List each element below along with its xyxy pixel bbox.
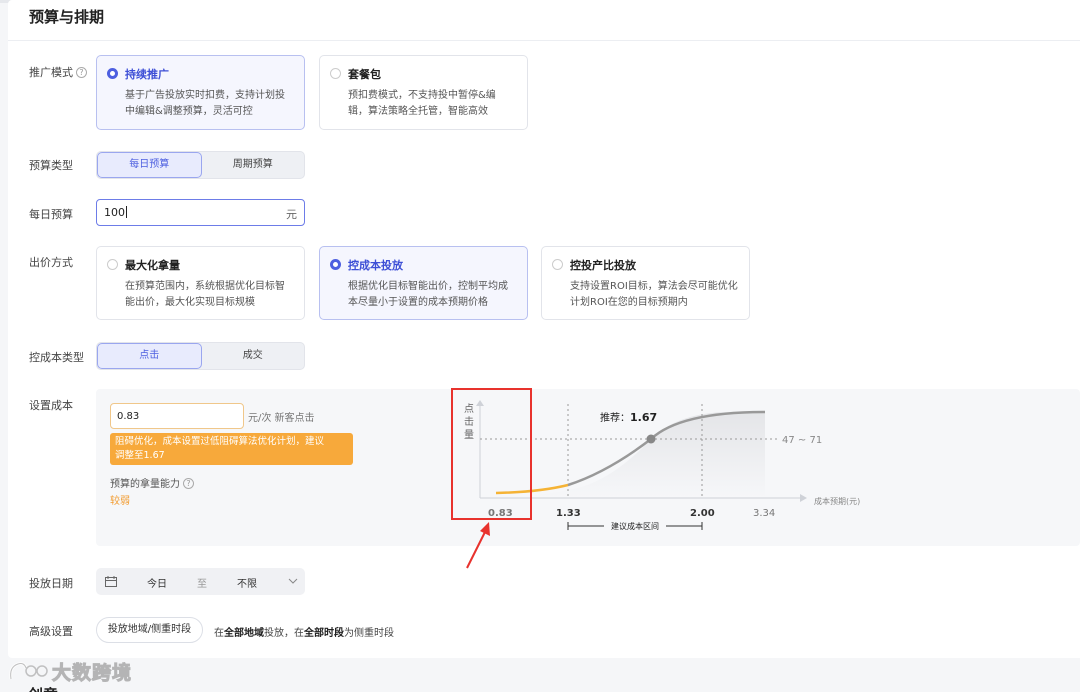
option-desc: 在预算范围内，系统根据优化目标智 能出价，最大化实现目标规模: [125, 281, 285, 308]
budget-type-toggle: 每日预算 周期预算: [96, 151, 305, 179]
promo-option-package[interactable]: 套餐包 预扣费模式，不支持投中暂停&编 辑，算法策略全托管，智能高效: [319, 55, 528, 130]
recommend-label: 推荐：: [600, 411, 630, 424]
title-divider: [8, 40, 1080, 41]
recommend-value: 1.67: [630, 411, 657, 424]
daily-budget-input[interactable]: 100 元: [96, 199, 305, 226]
click-range: 47 ~ 71: [782, 435, 822, 446]
bid-option-cost-control[interactable]: 控成本投放 根据优化目标智能出价，控制平均成 本尽量小于设置的成本预期价格: [319, 246, 528, 320]
x-tick-label: 2.00: [690, 508, 715, 519]
daily-budget-label: 每日预算: [29, 208, 73, 221]
schedule-label: 投放日期: [29, 577, 73, 590]
cost-type-label: 控成本类型: [29, 351, 84, 364]
radio-icon: [552, 259, 563, 270]
x-axis-label: 成本预期(元): [814, 496, 860, 506]
end-date[interactable]: 不限: [237, 575, 257, 590]
radio-icon: [330, 259, 341, 270]
annotation-arrow-icon: [466, 522, 490, 569]
chevron-down-icon: [288, 578, 298, 584]
promo-option-continuous[interactable]: 持续推广 基于广告投放实时扣费，支持计划投 中编辑&调整预算，灵活可控: [96, 55, 305, 130]
budget-type-label: 预算类型: [29, 159, 73, 172]
highlight-box: [451, 388, 532, 520]
advanced-summary: 在全部地域投放，在全部时段为侧重时段: [214, 628, 394, 639]
option-desc: 基于广告投放实时扣费，支持计划投 中编辑&调整预算，灵活可控: [125, 90, 285, 117]
tab-daily-budget[interactable]: 每日预算: [97, 152, 202, 178]
start-date[interactable]: 今日: [147, 575, 167, 590]
bid-option-roi[interactable]: 控投产比投放 支持设置ROI目标，算法会尽可能优化 计划ROI在您的目标预期内: [541, 246, 750, 320]
option-desc: 预扣费模式，不支持投中暂停&编 辑，算法策略全托管，智能高效: [348, 90, 496, 117]
advanced-label: 高级设置: [29, 625, 73, 638]
cost-unit: 元/次 新客点击: [248, 413, 315, 424]
help-icon[interactable]: ?: [183, 478, 194, 489]
x-tick-label: 1.33: [556, 508, 581, 519]
bid-option-max-volume[interactable]: 最大化拿量 在预算范围内，系统根据优化目标智 能出价，最大化实现目标规模: [96, 246, 305, 320]
region-period-button[interactable]: 投放地域/侧重时段: [96, 617, 203, 643]
cost-warning-tooltip: 阻碍优化，成本设置过低阻碍算法优化计划，建议 调整至1.67: [110, 433, 353, 465]
tab-deal[interactable]: 成交: [202, 343, 305, 369]
bid-method-label: 出价方式: [29, 256, 73, 269]
calendar-icon: [105, 576, 117, 587]
section-title: 预算与排期: [29, 8, 105, 26]
tab-period-budget[interactable]: 周期预算: [202, 152, 305, 178]
set-cost-label: 设置成本: [29, 399, 73, 412]
recommend-point: [646, 434, 656, 444]
cost-input[interactable]: 0.83: [110, 403, 244, 429]
radio-icon: [107, 68, 118, 79]
capability-value: 较弱: [110, 496, 130, 507]
cost-type-toggle: 点击 成交: [96, 342, 305, 370]
help-icon[interactable]: ?: [76, 67, 87, 78]
promo-mode-label: 推广模式?: [29, 64, 87, 80]
date-range-picker[interactable]: 今日 至 不限: [96, 568, 305, 595]
next-section-title: 创意: [28, 684, 58, 692]
x-axis-arrow: [800, 494, 807, 502]
x-tick-label: 3.34: [753, 508, 775, 519]
radio-icon: [107, 259, 118, 270]
tab-click[interactable]: 点击: [97, 343, 202, 369]
capability-label: 预算的拿量能力?: [110, 475, 194, 490]
option-desc: 支持设置ROI目标，算法会尽可能优化 计划ROI在您的目标预期内: [570, 281, 738, 308]
date-separator: 至: [197, 579, 207, 590]
radio-icon: [330, 68, 341, 79]
watermark: 大数跨境: [8, 658, 132, 685]
suggest-range-label: 建议成本区间: [611, 521, 659, 531]
option-desc: 根据优化目标智能出价，控制平均成 本尽量小于设置的成本预期价格: [348, 281, 508, 308]
watermark-logo-icon: [9, 661, 48, 679]
